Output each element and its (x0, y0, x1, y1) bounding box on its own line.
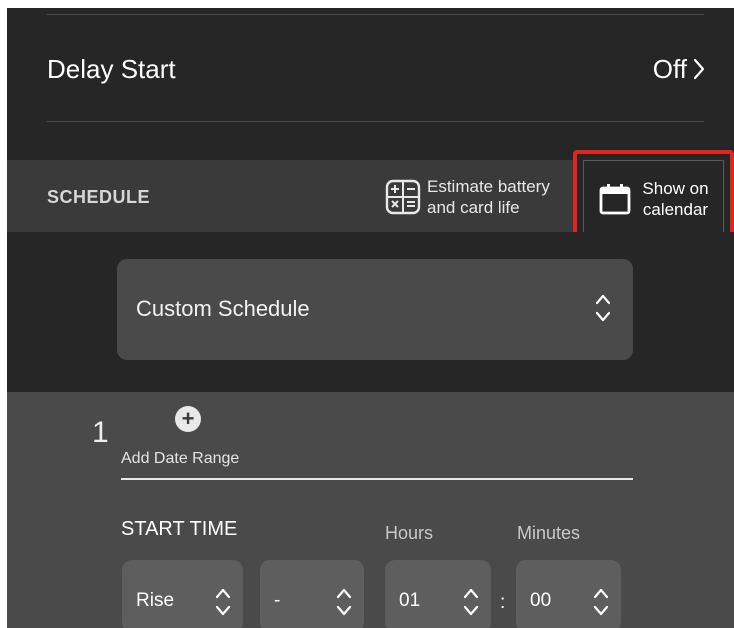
estimate-battery-label: Estimate battery and card life (427, 177, 550, 217)
chevron-right-icon (693, 58, 705, 80)
offset-sign-picker[interactable]: - (260, 560, 364, 628)
date-range-underline (121, 478, 633, 480)
app-screen: Delay Start Off SCHEDULE Estimate batter… (7, 8, 734, 628)
show-on-calendar-label: Show on calendar (642, 178, 709, 219)
divider (47, 121, 704, 122)
hours-value: 01 (399, 590, 421, 611)
estimate-battery-button[interactable]: Estimate battery and card life (385, 176, 550, 218)
hours-picker[interactable]: 01 (385, 560, 491, 628)
delay-start-label[interactable]: Delay Start (47, 54, 176, 84)
schedule-header: SCHEDULE Estimate battery and card life (7, 150, 734, 247)
hours-label: Hours (385, 523, 434, 543)
up-down-chevron-icon (463, 588, 479, 616)
up-down-chevron-icon (593, 588, 609, 616)
offset-sign-value: - (274, 590, 281, 611)
schedule-section-title: SCHEDULE (47, 187, 151, 207)
calculator-icon (385, 179, 421, 215)
up-down-chevron-icon (336, 588, 352, 616)
delay-start-section: Delay Start Off (7, 8, 734, 160)
delay-start-value-text: Off (652, 54, 687, 84)
start-mode-value: Rise (136, 590, 175, 611)
schedule-type-dropdown[interactable]: Custom Schedule (117, 259, 633, 360)
start-time-label: START TIME (121, 518, 238, 540)
up-down-chevron-icon (215, 588, 231, 616)
minutes-picker[interactable]: 00 (516, 560, 621, 628)
calendar-icon (600, 183, 631, 214)
time-separator: : (500, 592, 506, 613)
delay-start-value[interactable]: Off (653, 54, 705, 84)
minutes-label: Minutes (517, 523, 581, 543)
schedule-type-value: Custom Schedule (136, 296, 310, 321)
up-down-chevron-icon (595, 294, 611, 322)
show-on-calendar-inner: Show on calendar (583, 160, 724, 237)
range-number: 1 (92, 416, 109, 449)
plus-circle-icon[interactable]: + (175, 406, 201, 432)
schedule-type-section: Custom Schedule (7, 232, 734, 392)
divider (47, 14, 704, 15)
start-mode-picker[interactable]: Rise (122, 560, 243, 628)
date-range-section: 1 + Add Date Range START TIME Hours Minu… (7, 392, 734, 628)
minutes-value: 00 (530, 590, 552, 611)
add-date-range-label[interactable]: Add Date Range (121, 450, 239, 468)
